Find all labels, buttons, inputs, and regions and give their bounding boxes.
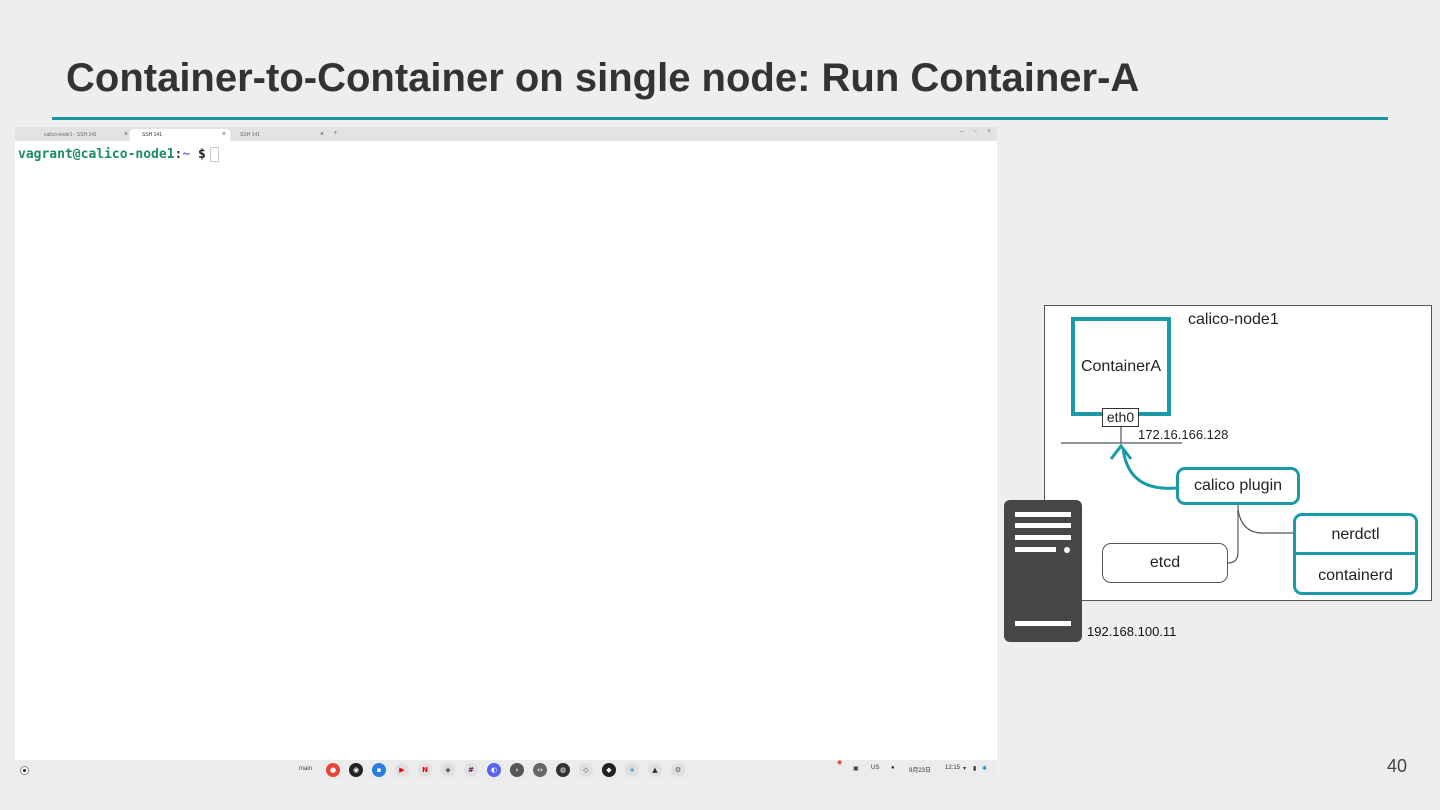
keyboard-layout[interactable]: US xyxy=(871,765,879,771)
launcher-icon[interactable] xyxy=(20,766,29,775)
eth0-interface: eth0 xyxy=(1102,408,1139,427)
terminal-tab-2[interactable]: SSH 141 × xyxy=(130,129,230,141)
youtube-icon[interactable]: ▶ xyxy=(395,763,409,777)
terminal-tab-bar: calico-node1 - SSH 141 × SSH 141 × SSH 1… xyxy=(15,127,997,141)
server-slot xyxy=(1015,535,1071,540)
terminal-tab-3[interactable]: SSH 141 × xyxy=(228,129,328,141)
tab-label: calico-node1 - SSH 141 xyxy=(44,132,97,138)
desk-label[interactable]: main xyxy=(299,766,312,772)
containerd-label: containerd xyxy=(1318,567,1393,584)
tab-label: SSH 141 xyxy=(240,132,261,138)
password-icon[interactable]: ◈ xyxy=(441,763,455,777)
prompt-symbol: $ xyxy=(198,147,206,162)
server-slot xyxy=(1015,621,1071,626)
app-icon[interactable]: ◇ xyxy=(579,763,593,777)
files-icon[interactable]: ▪ xyxy=(372,763,386,777)
discord-icon[interactable]: ◐ xyxy=(487,763,501,777)
prompt-user-host: vagrant@calico-node1 xyxy=(18,147,175,162)
prompt-path: ~ xyxy=(182,147,191,162)
slide-title: Container-to-Container on single node: R… xyxy=(66,56,1140,100)
record-icon[interactable]: ◉ xyxy=(837,759,842,766)
runtime-stack-box: nerdctl containerd xyxy=(1293,513,1418,595)
tray-time[interactable]: 12:15 xyxy=(945,765,960,771)
slack-icon[interactable]: # xyxy=(464,763,478,777)
github-icon[interactable]: ◉ xyxy=(349,763,363,777)
server-slot xyxy=(1015,547,1056,552)
server-slot xyxy=(1015,523,1071,528)
server-icon xyxy=(1004,500,1082,642)
app-icon[interactable]: ◍ xyxy=(556,763,570,777)
tray-date[interactable]: 9月23日 xyxy=(909,765,931,774)
nerdctl-label: nerdctl xyxy=(1331,526,1380,543)
chrome-icon[interactable]: ● xyxy=(326,763,340,777)
text-cursor xyxy=(209,147,219,162)
title-underline xyxy=(52,117,1388,120)
minimize-icon[interactable]: – xyxy=(960,128,964,135)
shell-prompt[interactable]: vagrant@calico-node1:~ $ xyxy=(18,147,219,162)
host-ip-label: 192.168.100.11 xyxy=(1087,624,1177,639)
clipboard-icon[interactable]: ▣ xyxy=(853,765,859,772)
close-icon[interactable]: × xyxy=(320,129,324,141)
calico-plugin-box: calico plugin xyxy=(1176,467,1300,505)
code-icon[interactable]: ‹› xyxy=(533,763,547,777)
status-icon[interactable]: ● xyxy=(891,765,895,771)
bluetooth-icon[interactable]: ✱ xyxy=(982,765,987,772)
etcd-box: etcd xyxy=(1102,543,1228,583)
container-ip-label: 172.16.166.128 xyxy=(1138,427,1229,442)
battery-icon[interactable]: ▮ xyxy=(973,765,976,772)
new-tab-icon[interactable]: + xyxy=(333,128,338,137)
page-number: 40 xyxy=(1386,756,1407,776)
wifi-icon[interactable]: ▾ xyxy=(963,765,966,772)
maximize-icon[interactable]: ▫ xyxy=(974,128,976,135)
container-a-label: ContainerA xyxy=(1080,357,1162,375)
terminal-tab-1[interactable]: calico-node1 - SSH 141 × xyxy=(32,129,132,141)
netflix-icon[interactable]: N xyxy=(418,763,432,777)
settings-icon[interactable]: ⚙ xyxy=(671,763,685,777)
app-icon[interactable]: ▲ xyxy=(648,763,662,777)
close-icon[interactable]: × xyxy=(124,129,128,141)
close-window-icon[interactable]: × xyxy=(987,128,991,135)
app-icon[interactable]: ◆ xyxy=(602,763,616,777)
terminal-icon[interactable]: › xyxy=(510,763,524,777)
tab-label: SSH 141 xyxy=(142,132,163,138)
terminal-window: calico-node1 - SSH 141 × SSH 141 × SSH 1… xyxy=(15,127,997,781)
add-icon[interactable]: + xyxy=(625,763,639,777)
node-label: calico-node1 xyxy=(1188,311,1279,328)
container-a-box: ContainerA xyxy=(1071,317,1171,416)
server-slot xyxy=(1015,512,1071,517)
close-icon[interactable]: × xyxy=(222,129,226,141)
system-shelf: main ● ◉ ▪ ▶ N ◈ # ◐ › ‹› ◍ ◇ ◆ + ▲ ⚙ ◉ … xyxy=(15,760,997,781)
server-led xyxy=(1064,547,1070,553)
